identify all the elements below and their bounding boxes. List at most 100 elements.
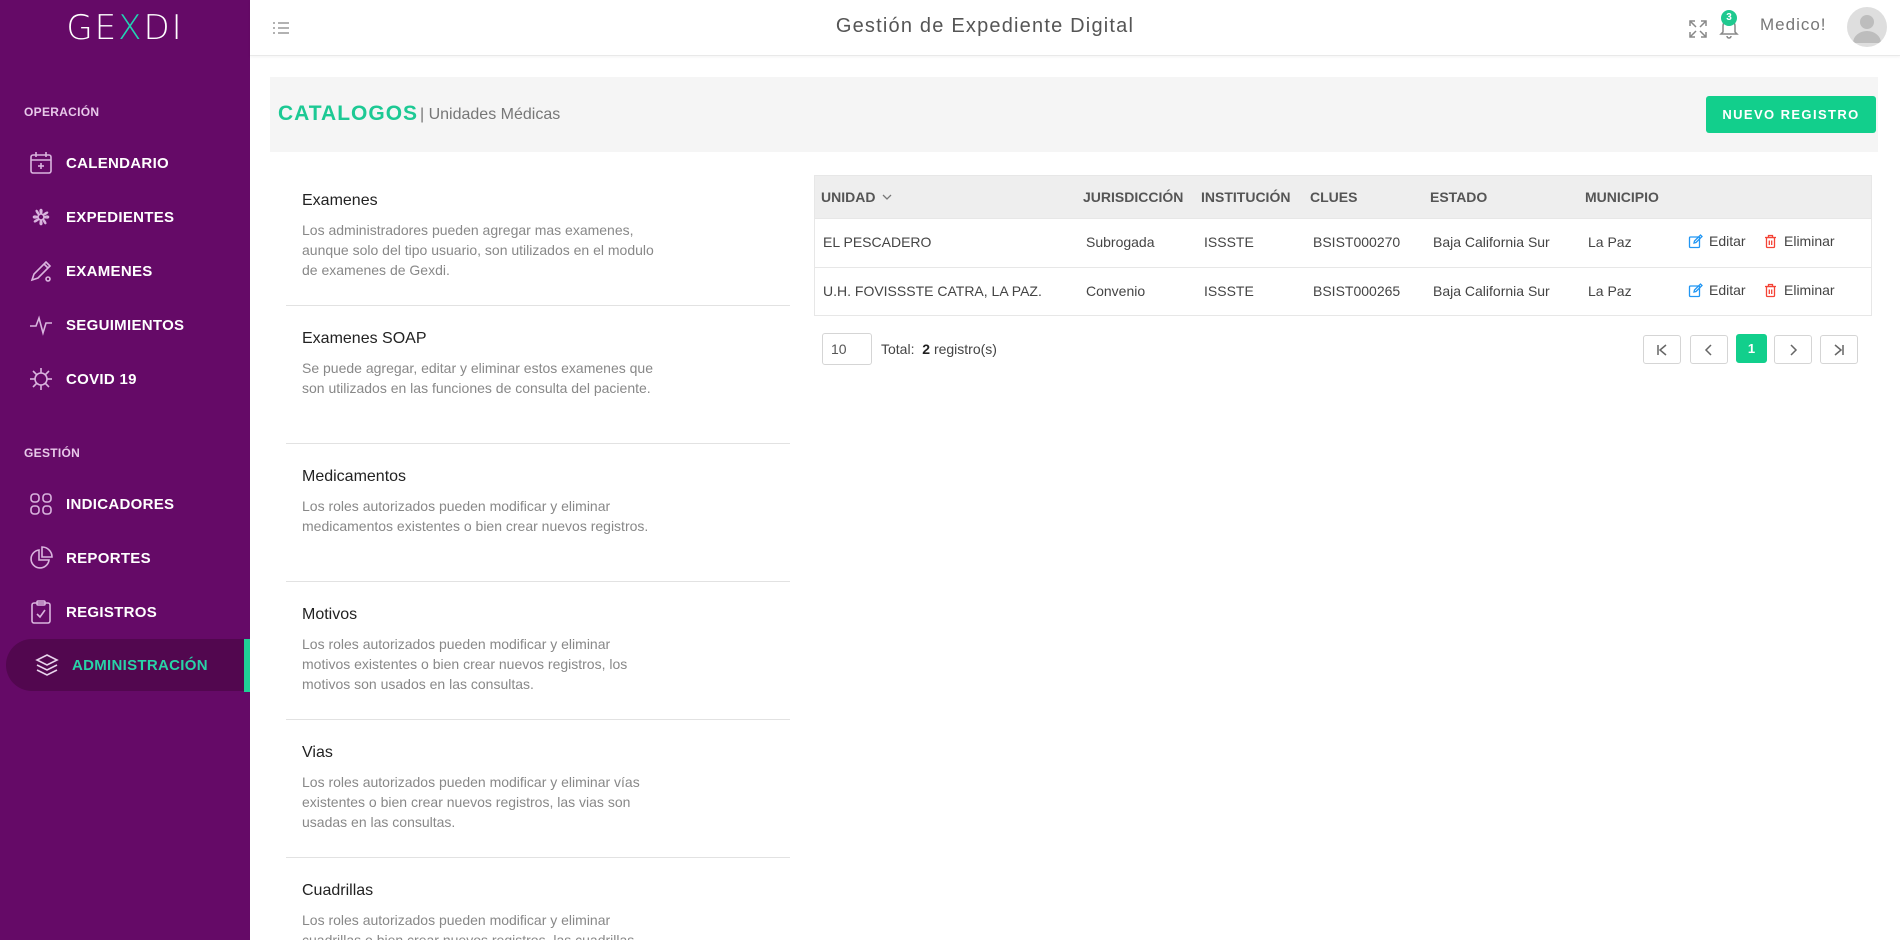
units-table: UNIDAD JURISDICCIÓN INSTITUCIÓN CLUES ES… (814, 175, 1872, 316)
clipboard-icon (26, 597, 56, 627)
column-header-institucion[interactable]: INSTITUCIÓN (1201, 189, 1290, 205)
page-size-input[interactable] (822, 333, 872, 365)
cell-jurisdiccion: Convenio (1086, 283, 1146, 299)
first-page-icon (1657, 343, 1667, 356)
edit-button[interactable]: Editar (1688, 282, 1746, 298)
total-records: Total: 2 registro(s) (881, 341, 997, 357)
cell-institucion: ISSSTE (1204, 283, 1254, 299)
page-subtitle: | Unidades Médicas (420, 106, 561, 123)
column-header-jurisdiccion[interactable]: JURISDICCIÓN (1083, 189, 1183, 205)
sidebar-item-indicadores[interactable]: INDICADORES (6, 478, 250, 530)
page-header: CATALOGOS | Unidades Médicas NUEVO REGIS… (270, 77, 1878, 152)
sidebar-item-registros[interactable]: REGISTROS (6, 586, 250, 638)
catalog-description: Se puede agregar, editar y eliminar esto… (302, 360, 653, 396)
active-indicator (244, 639, 250, 692)
sidebar-item-seguimientos[interactable]: SEGUIMIENTOS (6, 299, 250, 351)
catalog-item-motivos[interactable]: Motivos Los roles autorizados pueden mod… (286, 582, 790, 720)
column-header-clues[interactable]: CLUES (1310, 189, 1357, 205)
column-header-unidad[interactable]: UNIDAD (821, 189, 893, 205)
catalog-name: Examenes (302, 192, 378, 209)
app-logo[interactable]: GEXDI (0, 8, 250, 48)
sidebar-item-reportes[interactable]: REPORTES (6, 532, 250, 584)
edit-icon (1688, 282, 1703, 297)
catalog-name: Motivos (302, 606, 358, 623)
table-header: UNIDAD JURISDICCIÓN INSTITUCIÓN CLUES ES… (815, 176, 1871, 218)
section-operacion: OPERACIÓN (24, 105, 100, 119)
virus-icon (26, 364, 56, 394)
sidebar-item-covid[interactable]: COVID 19 (6, 353, 250, 405)
sidebar-item-label: REGISTROS (66, 603, 158, 621)
delete-button[interactable]: Eliminar (1763, 282, 1835, 298)
topbar: Gestión de Expediente Digital 3 Medico! (250, 0, 1900, 56)
next-page-button[interactable] (1774, 335, 1812, 364)
catalog-name: Vias (302, 744, 333, 761)
catalog-item-cuadrillas[interactable]: Cuadrillas Los roles autorizados pueden … (286, 858, 790, 940)
catalog-description: Los roles autorizados pueden modificar y… (302, 774, 640, 830)
cell-clues: BSIST000270 (1313, 234, 1401, 250)
cell-estado: Baja California Sur (1433, 283, 1550, 299)
cell-estado: Baja California Sur (1433, 234, 1550, 250)
catalog-name: Medicamentos (302, 468, 407, 485)
sidebar-item-label: ADMINISTRACIÓN (72, 656, 208, 674)
cell-unidad: EL PESCADERO (823, 234, 932, 250)
sort-down-icon (882, 194, 892, 200)
new-record-button[interactable]: NUEVO REGISTRO (1706, 96, 1876, 133)
sidebar-item-expedientes[interactable]: EXPEDIENTES (6, 191, 250, 243)
catalog-name: Cuadrillas (302, 882, 374, 899)
cell-municipio: La Paz (1588, 234, 1632, 250)
notification-badge: 3 (1721, 10, 1737, 26)
app-title: Gestión de Expediente Digital (835, 15, 1135, 37)
table-row: U.H. FOVISSSTE CATRA, LA PAZ. Convenio I… (815, 267, 1871, 316)
delete-button[interactable]: Eliminar (1763, 233, 1835, 249)
section-gestion: GESTIÓN (24, 446, 81, 460)
cell-unidad: U.H. FOVISSSTE CATRA, LA PAZ. (823, 283, 1042, 299)
catalog-description: Los roles autorizados pueden modificar y… (302, 498, 649, 534)
sidebar-item-examenes[interactable]: EXAMENES (6, 245, 250, 297)
prev-page-button[interactable] (1690, 335, 1728, 364)
column-header-estado[interactable]: ESTADO (1430, 189, 1487, 205)
cell-jurisdiccion: Subrogada (1086, 234, 1155, 250)
sidebar: GEXDI OPERACIÓN CALENDARIO EXPEDIENTES E… (0, 0, 250, 940)
user-name[interactable]: Medico! (1760, 15, 1827, 35)
chevron-right-icon (1790, 343, 1798, 356)
last-page-button[interactable] (1820, 335, 1858, 364)
catalog-item-examenes[interactable]: Examenes Los administradores pueden agre… (286, 168, 790, 306)
fullscreen-icon[interactable] (1687, 18, 1709, 40)
page-title: CATALOGOS (278, 102, 419, 125)
catalog-item-vias[interactable]: Vias Los roles autorizados pueden modifi… (286, 720, 790, 858)
sidebar-item-label: CALENDARIO (66, 154, 169, 172)
sidebar-item-label: INDICADORES (66, 495, 175, 513)
grid-icon (26, 489, 56, 519)
catalog-item-examenes-soap[interactable]: Examenes SOAP Se puede agregar, editar y… (286, 306, 790, 444)
column-header-municipio[interactable]: MUNICIPIO (1585, 189, 1659, 205)
catalog-name: Examenes SOAP (302, 330, 427, 347)
calendar-icon (26, 148, 56, 178)
flower-icon (26, 202, 56, 232)
sidebar-item-label: COVID 19 (66, 370, 137, 388)
sidebar-item-calendario[interactable]: CALENDARIO (6, 137, 250, 189)
cell-municipio: La Paz (1588, 283, 1632, 299)
page-button-current[interactable]: 1 (1736, 334, 1767, 363)
catalog-description: Los roles autorizados pueden modificar y… (302, 912, 635, 940)
pencil-icon (26, 256, 56, 286)
pie-icon (26, 543, 56, 573)
avatar[interactable] (1847, 7, 1887, 47)
cell-institucion: ISSSTE (1204, 234, 1254, 250)
catalog-description: Los roles autorizados pueden modificar y… (302, 636, 628, 692)
sidebar-item-label: REPORTES (66, 549, 151, 567)
sidebar-item-administracion[interactable]: ADMINISTRACIÓN (6, 639, 250, 691)
pulse-icon (26, 310, 56, 340)
trash-icon (1765, 234, 1776, 248)
catalog-item-medicamentos[interactable]: Medicamentos Los roles autorizados puede… (286, 444, 790, 582)
sidebar-item-label: SEGUIMIENTOS (66, 316, 185, 334)
trash-icon (1765, 283, 1776, 297)
layers-icon (32, 650, 62, 680)
sidebar-item-label: EXAMENES (66, 262, 153, 280)
table-row: EL PESCADERO Subrogada ISSSTE BSIST00027… (815, 218, 1871, 267)
chevron-left-icon (1704, 343, 1712, 356)
edit-button[interactable]: Editar (1688, 233, 1746, 249)
cell-clues: BSIST000265 (1313, 283, 1401, 299)
catalog-description: Los administradores pueden agregar mas e… (302, 222, 654, 278)
first-page-button[interactable] (1643, 335, 1681, 364)
sidebar-item-label: EXPEDIENTES (66, 208, 175, 226)
